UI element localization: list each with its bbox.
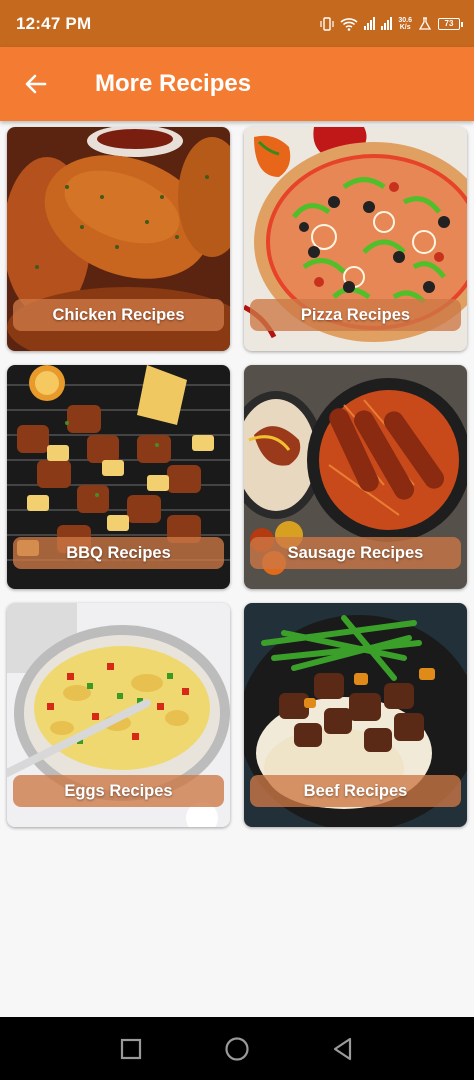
home-icon xyxy=(225,1036,249,1061)
recipe-card-sausage[interactable]: Sausage Recipes xyxy=(244,365,467,589)
recipe-label: Pizza Recipes xyxy=(250,299,461,331)
page-title: More Recipes xyxy=(95,70,252,97)
net-speed-value: 30.6 xyxy=(398,16,412,24)
recipe-grid: Chicken Recipes Pizza Recipes BBQ Recipe… xyxy=(7,127,467,827)
back-triangle-icon xyxy=(333,1037,352,1060)
app-bar: More Recipes xyxy=(0,47,474,121)
home-button[interactable] xyxy=(217,1029,257,1069)
recipe-card-chicken[interactable]: Chicken Recipes xyxy=(7,127,230,351)
recipe-card-pizza[interactable]: Pizza Recipes xyxy=(244,127,467,351)
battery-icon: 73 xyxy=(438,17,463,30)
battery-level: 73 xyxy=(444,19,454,28)
recipe-card-bbq[interactable]: BBQ Recipes xyxy=(7,365,230,589)
wifi-icon xyxy=(340,17,358,31)
recipe-label: Eggs Recipes xyxy=(13,775,224,807)
recipe-label: Sausage Recipes xyxy=(250,537,461,569)
status-icons: 30.6 K/s 73 xyxy=(320,16,463,31)
signal-icon xyxy=(364,17,376,30)
system-nav-bar xyxy=(0,1017,474,1080)
back-nav-button[interactable] xyxy=(323,1029,363,1069)
recipe-card-beef[interactable]: Beef Recipes xyxy=(244,603,467,827)
back-button[interactable] xyxy=(0,47,72,121)
recipe-label: BBQ Recipes xyxy=(13,537,224,569)
net-speed: 30.6 K/s xyxy=(398,17,412,31)
recent-apps-icon xyxy=(120,1038,142,1059)
recent-apps-button[interactable] xyxy=(111,1029,151,1069)
vibrate-icon xyxy=(320,16,334,31)
recipe-card-eggs[interactable]: Eggs Recipes xyxy=(7,603,230,827)
arrow-left-icon xyxy=(25,74,47,94)
recipe-label: Beef Recipes xyxy=(250,775,461,807)
recipe-label: Chicken Recipes xyxy=(13,299,224,331)
status-time: 12:47 PM xyxy=(16,13,92,33)
signal-icon xyxy=(381,17,393,30)
flask-icon xyxy=(418,16,432,30)
status-bar: 12:47 PM 30.6 K/s 73 xyxy=(0,0,474,47)
net-speed-unit: K/s xyxy=(399,23,411,31)
